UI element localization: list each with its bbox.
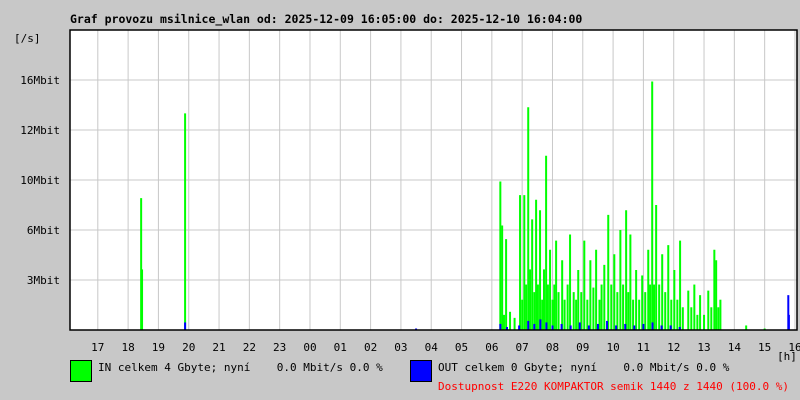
chart-plot: 17 18 19 20 21 22 23 00 01 02 03 04 05 06 07 08 09 10 11 12… <box>20 29 800 363</box>
x-tick-label: 12 <box>667 341 680 354</box>
availability-note: Dostupnost E220 KOMPAKTOR semik 1440 z 1… <box>438 380 789 393</box>
x-tick-label: 13 <box>697 341 710 354</box>
x-tick-label: 03 <box>394 341 407 354</box>
x-tick-label: 11 <box>637 341 650 354</box>
legend-swatch-in <box>70 360 92 382</box>
x-tick-label: 00 <box>303 341 316 354</box>
y-tick-label: 3Mbit <box>27 274 60 287</box>
x-tick-label: 14 <box>728 341 742 354</box>
x-tick-label: 15 <box>758 341 771 354</box>
y-tick-label: 10Mbit <box>20 174 60 187</box>
legend-in: IN celkem 4 Gbyte; nyní 0.0 Mbit/s 0.0 % <box>98 361 383 374</box>
x-tick-label: 21 <box>212 341 225 354</box>
y-tick-label: 12Mbit <box>20 124 60 137</box>
x-tick-label: 05 <box>455 341 468 354</box>
x-tick-label: 18 <box>121 341 134 354</box>
legend-out: OUT celkem 0 Gbyte; nyní 0.0 Mbit/s 0.0 … <box>438 361 730 374</box>
x-tick-label: 23 <box>273 341 286 354</box>
x-tick-label: 20 <box>182 341 195 354</box>
x-tick-label: 09 <box>576 341 589 354</box>
x-tick-label: 01 <box>334 341 347 354</box>
y-tick-label: 6Mbit <box>27 224 60 237</box>
x-tick-label: 06 <box>485 341 498 354</box>
x-tick-label: 08 <box>546 341 559 354</box>
x-tick-label: 22 <box>243 341 256 354</box>
x-tick-label: 10 <box>606 341 619 354</box>
x-tick-label: 17 <box>91 341 104 354</box>
x-tick-label: 07 <box>516 341 529 354</box>
y-tick-label: 16Mbit <box>20 74 60 87</box>
x-axis-unit: [h] <box>777 350 797 363</box>
x-tick-label: 02 <box>364 341 377 354</box>
legend-swatch-out <box>410 360 432 382</box>
x-tick-label: 04 <box>425 341 439 354</box>
x-tick-label: 19 <box>152 341 165 354</box>
